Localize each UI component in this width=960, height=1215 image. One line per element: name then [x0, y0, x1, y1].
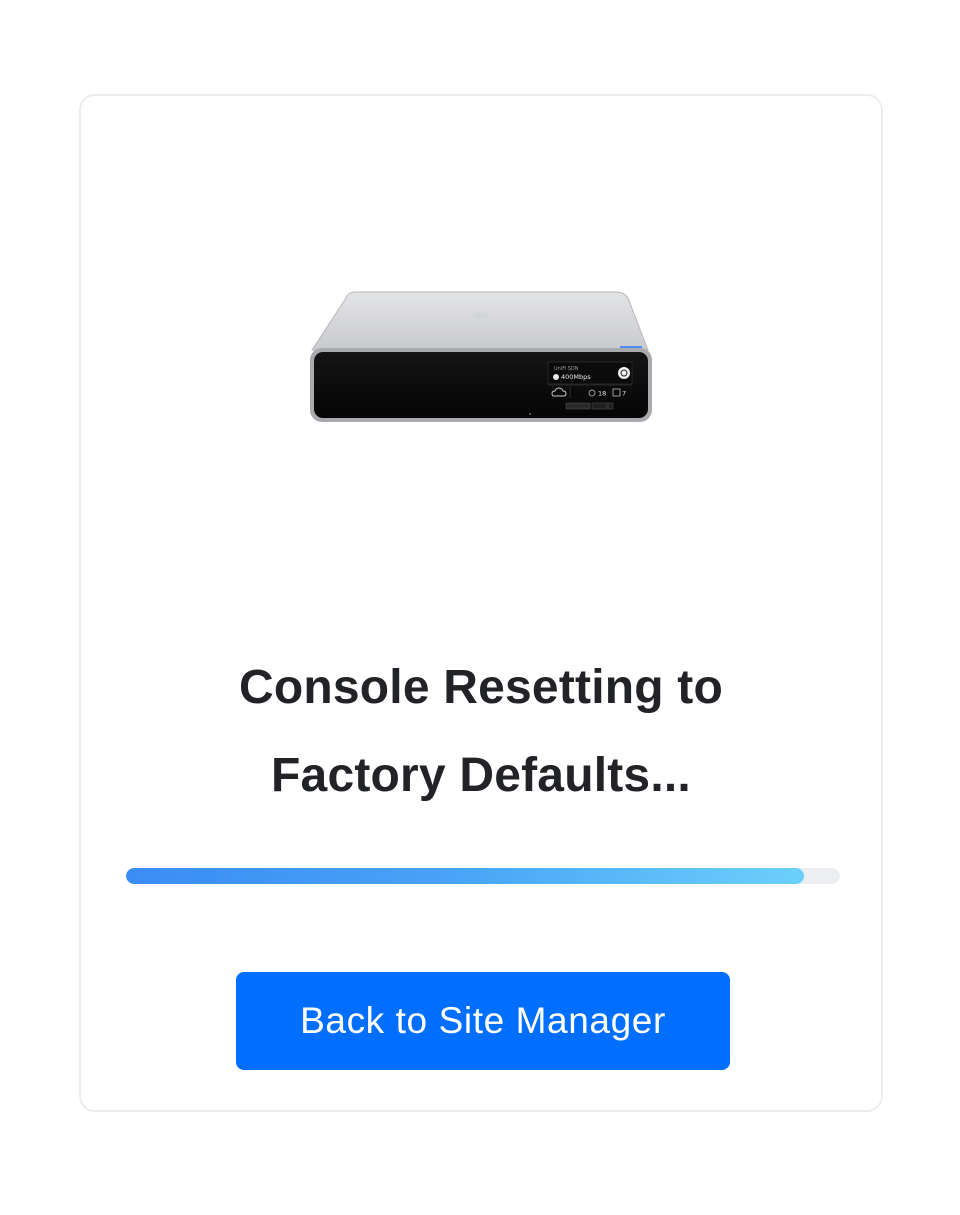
reset-status-card: UniFi SDN 400Mbps 18 7 Console Resetting… — [79, 94, 883, 1112]
device-screen-count-b: 7 — [622, 390, 626, 398]
progress-bar — [126, 868, 840, 884]
device-screen-label: UniFi SDN — [554, 366, 579, 372]
page-title: Console Resetting to Factory Defaults... — [81, 644, 881, 820]
title-line-1: Console Resetting to — [238, 661, 724, 714]
device-screen-count-a: 18 — [598, 390, 606, 398]
title-line-2: Factory Defaults... — [271, 749, 691, 802]
back-to-site-manager-button[interactable]: Back to Site Manager — [236, 972, 730, 1070]
console-device-image: UniFi SDN 400Mbps 18 7 — [308, 286, 654, 436]
device-screen-speed: 400Mbps — [561, 373, 591, 381]
progress-bar-fill — [126, 868, 805, 884]
